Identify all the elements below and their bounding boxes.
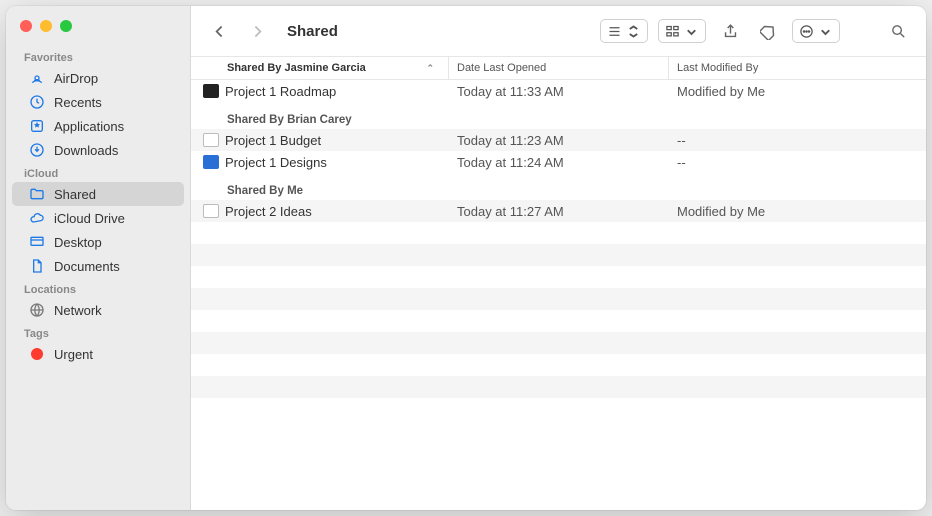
ellipsis-circle-icon — [799, 24, 814, 39]
chevron-down-icon — [818, 24, 833, 39]
desktop-icon — [28, 233, 46, 251]
sidebar-item-label: Applications — [54, 119, 124, 134]
downloads-icon — [28, 141, 46, 159]
empty-row — [191, 310, 926, 332]
more-actions-button[interactable] — [792, 19, 840, 43]
window-title: Shared — [287, 23, 338, 40]
applications-icon — [28, 117, 46, 135]
file-date: Today at 11:23 AM — [449, 133, 669, 148]
column-header-name-label: Shared By Jasmine Garcia — [227, 62, 366, 74]
sidebar-item-network[interactable]: Network — [12, 298, 184, 322]
file-row[interactable]: Project 2 Ideas Today at 11:27 AMModified… — [191, 200, 926, 222]
tag-red-icon — [28, 345, 46, 363]
sidebar-item-desktop[interactable]: Desktop — [12, 230, 184, 254]
share-button[interactable] — [716, 18, 744, 44]
sidebar-item-label: Desktop — [54, 235, 102, 250]
minimize-window-button[interactable] — [40, 20, 52, 32]
empty-row — [191, 332, 926, 354]
zoom-window-button[interactable] — [60, 20, 72, 32]
forward-button[interactable] — [243, 18, 271, 44]
column-header-modified-label: Last Modified By — [677, 62, 758, 74]
file-modified-by: -- — [669, 133, 926, 148]
sidebar-section-locations-header: Locations — [6, 278, 190, 298]
toolbar: Shared — [191, 6, 926, 56]
list-view-icon — [607, 24, 622, 39]
sidebar-item-shared[interactable]: Shared — [12, 182, 184, 206]
sidebar-item-applications[interactable]: Applications — [12, 114, 184, 138]
sidebar-item-airdrop[interactable]: AirDrop — [12, 66, 184, 90]
finder-window: Favorites AirDrop Recents Applications D… — [6, 6, 926, 510]
sidebar-section-icloud-header: iCloud — [6, 162, 190, 182]
empty-row — [191, 288, 926, 310]
column-headers: Shared By Jasmine Garcia ⌃ Date Last Ope… — [191, 56, 926, 80]
group-header: Shared By Brian Carey — [191, 102, 926, 129]
group-by-selector[interactable] — [658, 19, 706, 43]
file-name: Project 2 Ideas — [225, 204, 312, 219]
file-modified-by: Modified by Me — [669, 84, 926, 99]
sidebar-item-label: Recents — [54, 95, 102, 110]
column-header-date[interactable]: Date Last Opened — [449, 57, 669, 79]
file-date: Today at 11:33 AM — [449, 84, 669, 99]
file-row[interactable]: Project 1 Roadmap Today at 11:33 AMModifi… — [191, 80, 926, 102]
main-pane: Shared — [191, 6, 926, 510]
column-header-modified[interactable]: Last Modified By — [669, 57, 926, 79]
sidebar-item-label: Network — [54, 303, 102, 318]
sidebar-item-downloads[interactable]: Downloads — [12, 138, 184, 162]
window-controls — [6, 16, 190, 46]
group-icon — [665, 24, 680, 39]
empty-row — [191, 354, 926, 376]
file-date: Today at 11:24 AM — [449, 155, 669, 170]
sidebar-section-favorites-header: Favorites — [6, 46, 190, 66]
sidebar-section-tags-header: Tags — [6, 322, 190, 342]
file-modified-by: -- — [669, 155, 926, 170]
close-window-button[interactable] — [20, 20, 32, 32]
airdrop-icon — [28, 69, 46, 87]
sidebar-item-label: Downloads — [54, 143, 118, 158]
file-icon — [203, 155, 219, 169]
file-name: Project 1 Roadmap — [225, 84, 336, 99]
file-icon — [203, 84, 219, 98]
shared-folder-icon — [28, 185, 46, 203]
sidebar-item-tag-urgent[interactable]: Urgent — [12, 342, 184, 366]
file-icon — [203, 204, 219, 218]
empty-row — [191, 376, 926, 398]
search-button[interactable] — [884, 18, 912, 44]
sort-ascending-icon: ⌃ — [426, 63, 440, 74]
file-name: Project 1 Budget — [225, 133, 321, 148]
sidebar-item-label: Documents — [54, 259, 120, 274]
tags-button[interactable] — [754, 18, 782, 44]
file-list: Project 1 RoadmapToday at 11:33 AMModifi… — [191, 80, 926, 510]
sidebar-item-label: Urgent — [54, 347, 93, 362]
cloud-icon — [28, 209, 46, 227]
file-icon — [203, 133, 219, 147]
sidebar-item-label: AirDrop — [54, 71, 98, 86]
file-row[interactable]: Project 1 Designs Today at 11:24 AM-- — [191, 151, 926, 173]
sidebar-item-recents[interactable]: Recents — [12, 90, 184, 114]
empty-row — [191, 222, 926, 244]
file-row[interactable]: Project 1 Budget Today at 11:23 AM-- — [191, 129, 926, 151]
sidebar-item-label: Shared — [54, 187, 96, 202]
updown-chevron-icon — [626, 24, 641, 39]
group-header: Shared By Me — [191, 173, 926, 200]
document-icon — [28, 257, 46, 275]
sidebar-item-icloud-drive[interactable]: iCloud Drive — [12, 206, 184, 230]
file-modified-by: Modified by Me — [669, 204, 926, 219]
clock-icon — [28, 93, 46, 111]
empty-row — [191, 244, 926, 266]
file-date: Today at 11:27 AM — [449, 204, 669, 219]
view-mode-selector[interactable] — [600, 19, 648, 43]
back-button[interactable] — [205, 18, 233, 44]
sidebar-item-label: iCloud Drive — [54, 211, 125, 226]
chevron-down-icon — [684, 24, 699, 39]
sidebar-item-documents[interactable]: Documents — [12, 254, 184, 278]
sidebar: Favorites AirDrop Recents Applications D… — [6, 6, 191, 510]
column-header-name[interactable]: Shared By Jasmine Garcia ⌃ — [191, 57, 449, 79]
network-icon — [28, 301, 46, 319]
empty-row — [191, 266, 926, 288]
column-header-date-label: Date Last Opened — [457, 62, 546, 74]
file-name: Project 1 Designs — [225, 155, 327, 170]
